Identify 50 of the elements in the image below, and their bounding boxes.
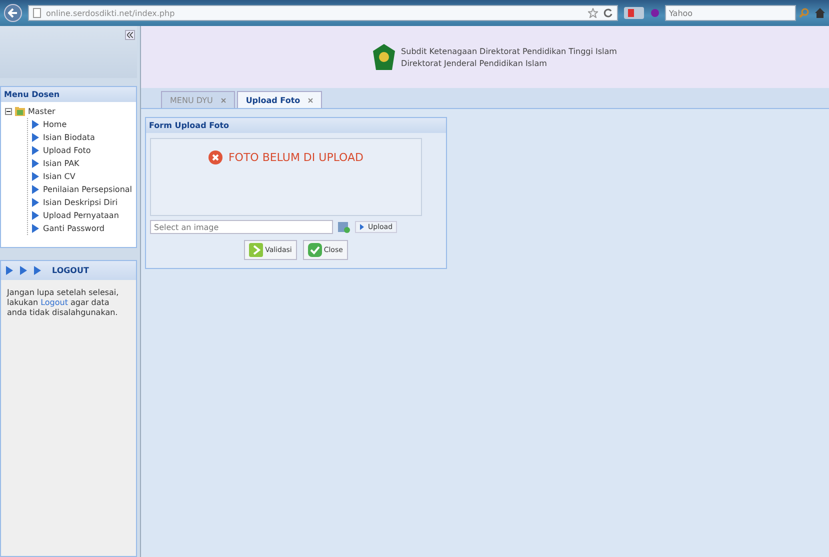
home-icon	[815, 8, 825, 18]
error-icon	[208, 150, 224, 164]
triangle-icon	[32, 265, 42, 276]
close-icon[interactable]	[308, 98, 314, 102]
panel-title: Form Upload Foto	[146, 118, 446, 133]
triangle-icon	[30, 210, 40, 221]
folder-icon	[15, 107, 25, 116]
collapse-button[interactable]	[125, 30, 135, 40]
logout-link[interactable]: Logout	[40, 298, 68, 307]
triangle-icon	[18, 265, 28, 276]
triangle-icon	[30, 145, 40, 156]
star-icon	[588, 8, 598, 18]
error-message: FOTO BELUM DI UPLOAD	[228, 150, 364, 164]
menu-item[interactable]: Isian Deskripsi Diri	[43, 198, 118, 207]
triangle-icon	[30, 197, 40, 208]
double-chevron-icon	[127, 32, 133, 38]
menu-item[interactable]: Home	[43, 120, 67, 129]
triangle-icon	[30, 184, 40, 195]
triangle-icon	[30, 171, 40, 182]
triangle-icon	[359, 223, 365, 231]
back-button[interactable]	[4, 4, 22, 22]
triangle-icon	[30, 119, 40, 130]
triangle-icon	[30, 132, 40, 143]
reload-icon	[603, 8, 613, 18]
triangle-icon	[30, 158, 40, 169]
search-icon	[799, 8, 809, 18]
tree-item[interactable]: Master	[28, 107, 56, 116]
collapse-toggle-icon[interactable]	[5, 108, 12, 115]
triangle-icon	[4, 265, 14, 276]
tab[interactable]: Upload Foto	[236, 91, 322, 108]
menu-item[interactable]: Upload Foto	[43, 146, 91, 155]
menu-item[interactable]: Isian Biodata	[43, 133, 95, 142]
menu-item[interactable]: Isian PAK	[43, 159, 80, 168]
file-field[interactable]: Select an image	[150, 220, 333, 234]
menu-item[interactable]: Penilaian Persepsional	[43, 185, 132, 194]
menu-item[interactable]: Ganti Password	[43, 224, 104, 233]
menu-item[interactable]: Isian CV	[43, 172, 76, 181]
back-arrow-icon	[8, 8, 18, 18]
checkmark-icon	[308, 243, 322, 257]
header-text: Direktorat Jenderal Pendidikan Islam	[401, 58, 548, 68]
triangle-icon	[30, 223, 40, 234]
emblem-icon	[373, 44, 396, 70]
search-field[interactable]: Yahoo	[665, 5, 796, 21]
menu-item[interactable]: Upload Pernyataan	[43, 211, 119, 220]
header-text: Subdit Ketenagaan Direktorat Pendidikan Tinggi Islam	[401, 46, 617, 56]
panel-title: Menu Dosen	[1, 87, 136, 102]
logout-title[interactable]: LOGOUT	[52, 266, 89, 275]
page-icon	[33, 8, 41, 18]
addon-icon	[624, 7, 644, 19]
logout-note: Jangan lupa setelah selesai, lakukan Logout agar data anda tidak disalahgunakan.	[7, 288, 120, 318]
